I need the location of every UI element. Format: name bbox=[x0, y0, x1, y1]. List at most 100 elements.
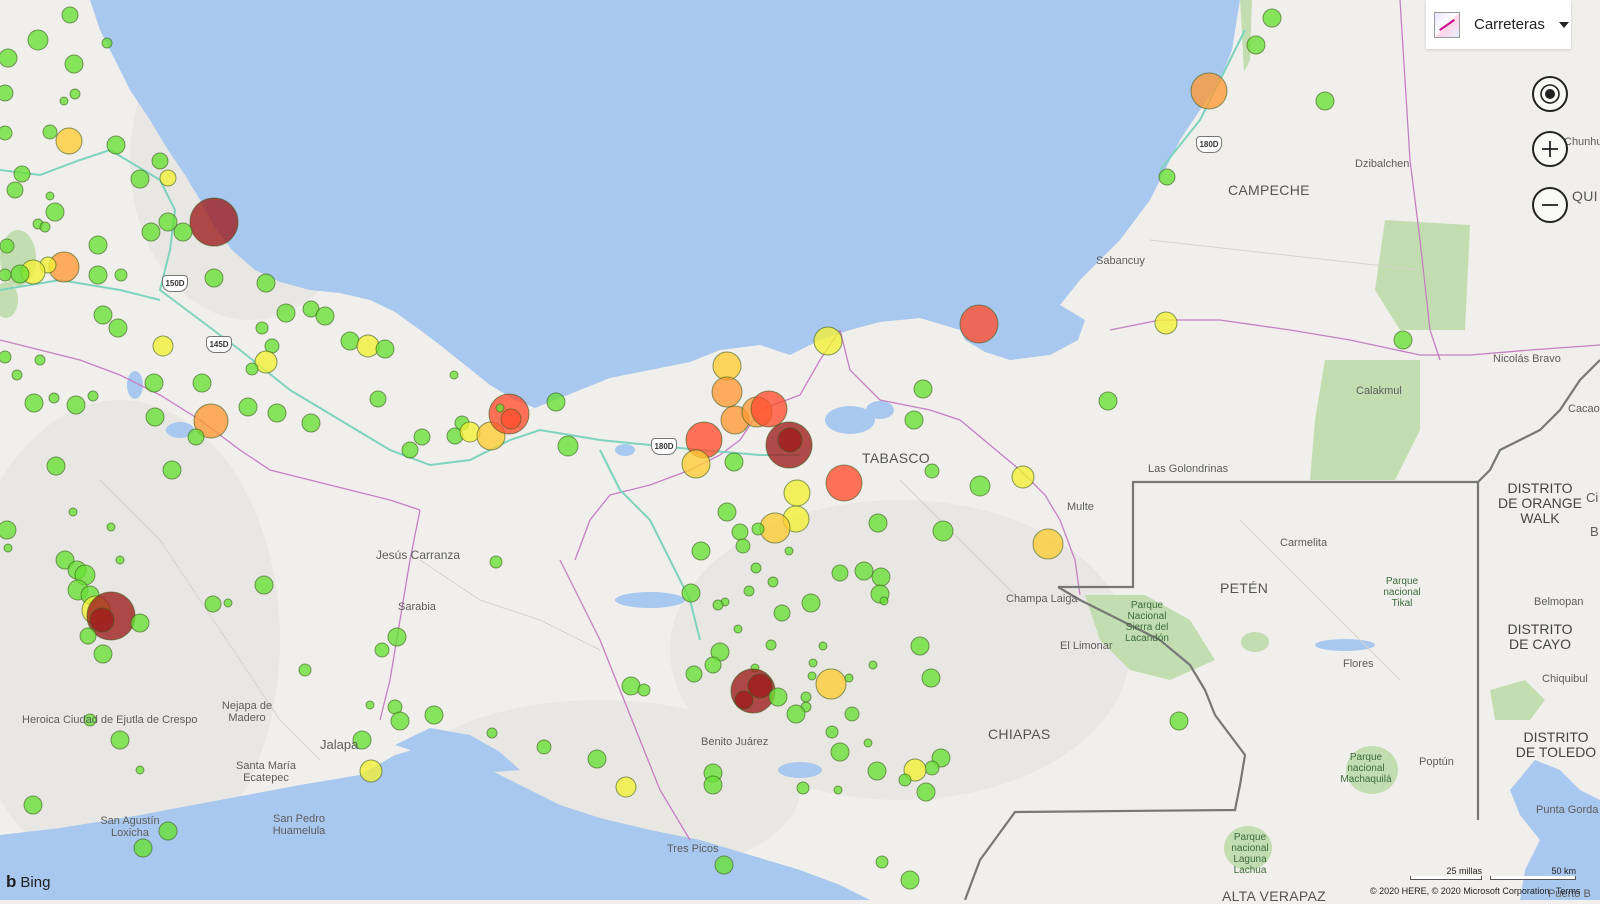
data-marker-green[interactable] bbox=[106, 522, 116, 532]
data-marker-green[interactable] bbox=[1246, 35, 1266, 55]
data-marker-green[interactable] bbox=[868, 660, 878, 670]
data-marker-green[interactable] bbox=[130, 169, 150, 189]
data-marker-green[interactable] bbox=[495, 403, 505, 413]
data-marker-green[interactable] bbox=[145, 407, 165, 427]
terms-link[interactable]: Terms bbox=[1556, 886, 1581, 896]
data-marker-green[interactable] bbox=[27, 29, 49, 51]
data-marker-green[interactable] bbox=[298, 663, 312, 677]
data-marker-green[interactable] bbox=[921, 668, 941, 688]
data-marker-green[interactable] bbox=[1169, 711, 1189, 731]
data-marker-green[interactable] bbox=[898, 773, 912, 787]
data-marker-green[interactable] bbox=[0, 350, 12, 364]
data-marker-green[interactable] bbox=[1315, 91, 1335, 111]
data-marker-green[interactable] bbox=[13, 165, 31, 183]
data-marker-amber[interactable] bbox=[681, 449, 711, 479]
data-marker-green[interactable] bbox=[863, 738, 873, 748]
data-marker-green[interactable] bbox=[807, 671, 817, 681]
data-marker-green[interactable] bbox=[110, 730, 130, 750]
data-marker-orange[interactable] bbox=[1190, 72, 1228, 110]
data-marker-green[interactable] bbox=[83, 713, 97, 727]
data-marker-amber[interactable] bbox=[712, 351, 742, 381]
data-marker-green[interactable] bbox=[714, 855, 734, 875]
data-marker-green[interactable] bbox=[68, 507, 78, 517]
data-marker-green[interactable] bbox=[254, 575, 274, 595]
map-style-picker[interactable]: Carreteras bbox=[1426, 0, 1571, 49]
data-marker-green[interactable] bbox=[621, 676, 641, 696]
data-marker-green[interactable] bbox=[969, 475, 991, 497]
bing-logo[interactable]: b Bing bbox=[6, 872, 50, 892]
data-marker-green[interactable] bbox=[204, 268, 224, 288]
data-marker-green[interactable] bbox=[731, 523, 749, 541]
data-marker-green[interactable] bbox=[767, 576, 779, 588]
data-marker-green[interactable] bbox=[916, 782, 936, 802]
data-marker-green[interactable] bbox=[106, 135, 126, 155]
data-marker-green[interactable] bbox=[64, 54, 84, 74]
data-marker-green[interactable] bbox=[800, 691, 812, 703]
data-marker-green[interactable] bbox=[924, 463, 940, 479]
data-marker-red[interactable] bbox=[750, 390, 788, 428]
data-marker-green[interactable] bbox=[301, 413, 321, 433]
data-marker-green[interactable] bbox=[42, 124, 58, 140]
data-marker-amber[interactable] bbox=[55, 127, 83, 155]
data-marker-green[interactable] bbox=[340, 331, 360, 351]
data-marker-yellow[interactable] bbox=[359, 759, 383, 783]
data-marker-green[interactable] bbox=[0, 268, 12, 282]
data-marker-green[interactable] bbox=[59, 96, 69, 106]
data-marker-green[interactable] bbox=[801, 593, 821, 613]
data-marker-green[interactable] bbox=[637, 683, 651, 697]
data-marker-green[interactable] bbox=[733, 624, 743, 634]
data-marker-yellow[interactable] bbox=[356, 334, 380, 358]
data-marker-green[interactable] bbox=[900, 870, 920, 890]
data-marker-green[interactable] bbox=[223, 598, 233, 608]
data-marker-green[interactable] bbox=[735, 538, 751, 554]
data-marker-green[interactable] bbox=[61, 6, 79, 24]
data-marker-amber[interactable] bbox=[1032, 528, 1064, 560]
data-marker-yellow[interactable] bbox=[813, 326, 843, 356]
data-marker-green[interactable] bbox=[23, 795, 43, 815]
data-marker-green[interactable] bbox=[867, 761, 887, 781]
data-marker-green[interactable] bbox=[808, 658, 818, 668]
data-marker-green[interactable] bbox=[904, 410, 924, 430]
data-marker-green[interactable] bbox=[831, 564, 849, 582]
data-marker-yellow[interactable] bbox=[615, 776, 637, 798]
data-marker-green[interactable] bbox=[173, 222, 193, 242]
data-marker-green[interactable] bbox=[786, 704, 806, 724]
data-marker-green[interactable] bbox=[796, 781, 810, 795]
data-marker-green[interactable] bbox=[93, 305, 113, 325]
data-marker-green[interactable] bbox=[743, 585, 755, 597]
data-marker-green[interactable] bbox=[724, 452, 744, 472]
data-marker-dark-red[interactable] bbox=[777, 427, 803, 453]
data-marker-green[interactable] bbox=[536, 739, 552, 755]
data-marker-green[interactable] bbox=[88, 235, 108, 255]
data-marker-green[interactable] bbox=[187, 428, 205, 446]
data-marker-green[interactable] bbox=[830, 742, 850, 762]
data-marker-dark-red[interactable] bbox=[734, 690, 754, 710]
data-marker-green[interactable] bbox=[130, 613, 150, 633]
data-marker-green[interactable] bbox=[141, 222, 161, 242]
data-marker-green[interactable] bbox=[879, 596, 889, 606]
data-marker-green[interactable] bbox=[34, 354, 46, 366]
data-marker-amber[interactable] bbox=[815, 668, 847, 700]
data-marker-green[interactable] bbox=[871, 567, 891, 587]
data-marker-green[interactable] bbox=[3, 543, 13, 553]
data-marker-green[interactable] bbox=[101, 37, 113, 49]
data-marker-green[interactable] bbox=[913, 379, 933, 399]
data-marker-green[interactable] bbox=[255, 321, 269, 335]
data-marker-green[interactable] bbox=[204, 595, 222, 613]
data-marker-green[interactable] bbox=[10, 264, 30, 284]
zoom-in-button[interactable] bbox=[1532, 131, 1568, 167]
data-marker-green[interactable] bbox=[691, 541, 711, 561]
data-marker-green[interactable] bbox=[1262, 8, 1282, 28]
data-marker-yellow[interactable] bbox=[1154, 311, 1178, 335]
data-marker-green[interactable] bbox=[276, 303, 296, 323]
data-marker-green[interactable] bbox=[369, 390, 387, 408]
data-marker-green[interactable] bbox=[868, 513, 888, 533]
data-marker-green[interactable] bbox=[6, 181, 24, 199]
data-marker-green[interactable] bbox=[69, 88, 81, 100]
data-marker-green[interactable] bbox=[703, 775, 723, 795]
data-marker-green[interactable] bbox=[0, 125, 13, 141]
data-marker-green[interactable] bbox=[24, 393, 44, 413]
zoom-out-button[interactable] bbox=[1532, 187, 1568, 223]
data-marker-yellow[interactable] bbox=[1011, 465, 1035, 489]
data-marker-green[interactable] bbox=[133, 838, 153, 858]
